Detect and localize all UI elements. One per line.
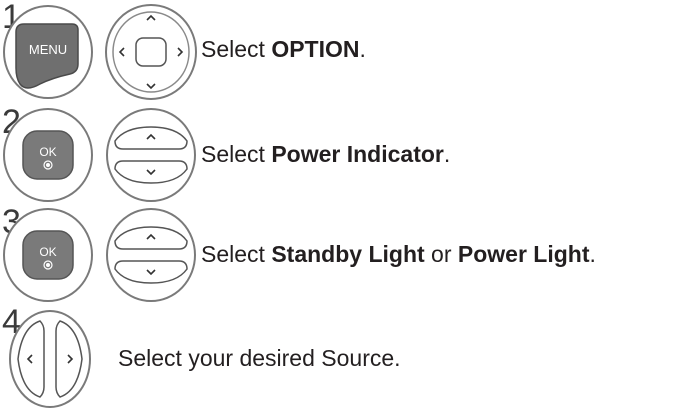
up-down-keys-icon[interactable] <box>103 107 199 203</box>
step-1-text: Select OPTION. <box>201 36 366 62</box>
step-4-text: Select your desired Source. <box>118 345 401 371</box>
left-right-keys-icon[interactable] <box>4 307 100 411</box>
step-3-text: Select Standby Light or Power Light. <box>201 241 596 267</box>
step-1: 1 MENU Select OPTION. <box>0 0 687 105</box>
up-down-keys-icon[interactable] <box>103 207 199 303</box>
ok-key-icon[interactable]: OK <box>0 207 96 303</box>
step-2: 2 OK Select Power Indicator. <box>0 105 687 205</box>
menu-key-label: MENU <box>29 42 67 57</box>
ok-key-label: OK <box>39 145 56 159</box>
menu-key-icon[interactable]: MENU <box>0 2 96 102</box>
step-3: 3 OK Select Standby Light or Power Light… <box>0 205 687 305</box>
ok-key-icon[interactable]: OK <box>0 107 96 203</box>
step-2-text: Select Power Indicator. <box>201 141 451 167</box>
navigation-pad-icon[interactable] <box>103 2 199 102</box>
ok-key-label: OK <box>39 245 56 259</box>
step-4: 4 Select your desired Source. <box>0 305 687 412</box>
